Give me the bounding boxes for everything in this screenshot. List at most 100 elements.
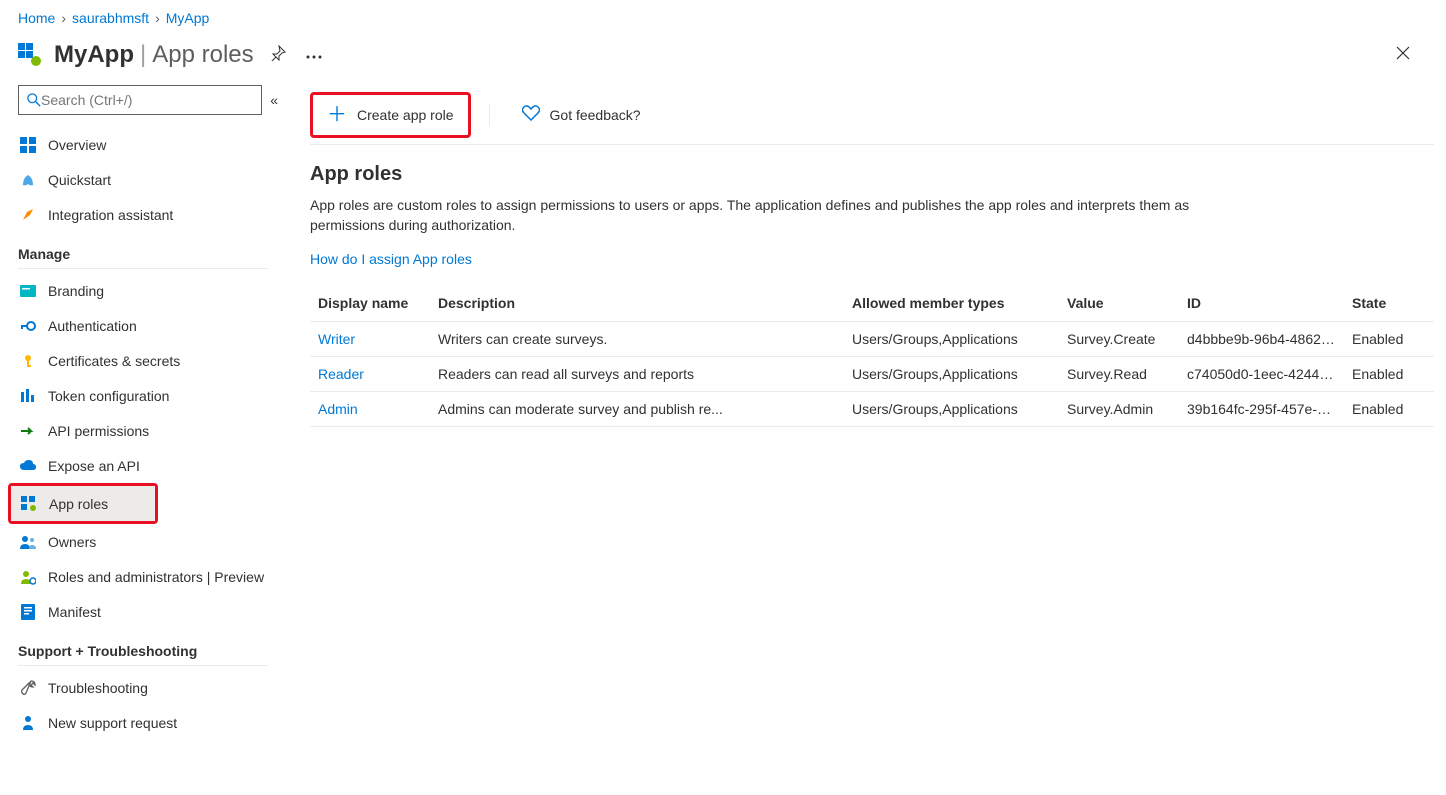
sidebar-item-label: New support request (48, 715, 177, 731)
sidebar-item-label: Quickstart (48, 172, 111, 188)
sidebar: « Overview Quickstart Integration assist… (0, 85, 288, 760)
role-types: Users/Groups,Applications (844, 392, 1059, 427)
close-icon (1396, 46, 1410, 60)
sidebar-item-quickstart[interactable]: Quickstart (18, 162, 288, 197)
col-member-types[interactable]: Allowed member types (844, 285, 1059, 322)
app-icon (18, 43, 42, 67)
role-name-link[interactable]: Reader (318, 366, 364, 382)
authentication-icon (20, 318, 36, 334)
pin-button[interactable] (266, 41, 290, 68)
breadcrumb-home[interactable]: Home (18, 10, 55, 26)
role-types: Users/Groups,Applications (844, 357, 1059, 392)
app-roles-icon (21, 496, 37, 512)
title-divider: | (134, 41, 152, 69)
role-types: Users/Groups,Applications (844, 322, 1059, 357)
chevron-double-left-icon: « (270, 92, 278, 108)
main-content: ＋ Create app role Got feedback? App role… (288, 85, 1446, 760)
ellipsis-icon (306, 55, 322, 59)
role-value: Survey.Admin (1059, 392, 1179, 427)
table-row[interactable]: Writer Writers can create surveys. Users… (310, 322, 1434, 357)
highlight-app-roles: App roles (8, 483, 158, 524)
sidebar-item-label: API permissions (48, 423, 149, 439)
branding-icon (20, 283, 36, 299)
toolbar-separator (489, 104, 490, 126)
role-state: Enabled (1344, 357, 1434, 392)
breadcrumb-sep-icon: › (155, 10, 160, 26)
feedback-label: Got feedback? (550, 107, 641, 123)
sidebar-item-roles-admin[interactable]: Roles and administrators | Preview (18, 559, 288, 594)
breadcrumb-tenant[interactable]: saurabhmsft (72, 10, 149, 26)
feedback-button[interactable]: Got feedback? (508, 95, 655, 135)
role-value: Survey.Read (1059, 357, 1179, 392)
sidebar-item-overview[interactable]: Overview (18, 127, 288, 162)
sidebar-item-label: Owners (48, 534, 96, 550)
cloud-icon (20, 458, 36, 474)
manifest-icon (20, 604, 36, 620)
sidebar-item-token[interactable]: Token configuration (18, 378, 288, 413)
sidebar-item-support-request[interactable]: New support request (18, 705, 288, 740)
sidebar-item-label: Authentication (48, 318, 137, 334)
breadcrumb: Home › saurabhmsft › MyApp (0, 0, 1446, 34)
role-desc: Admins can moderate survey and publish r… (430, 392, 844, 427)
sidebar-item-label: Overview (48, 137, 106, 153)
role-id: 39b164fc-295f-457e-8... (1179, 392, 1344, 427)
collapse-sidebar-button[interactable]: « (270, 92, 278, 108)
sidebar-item-label: Integration assistant (48, 207, 173, 223)
breadcrumb-sep-icon: › (61, 10, 66, 26)
sidebar-item-authentication[interactable]: Authentication (18, 308, 288, 343)
role-value: Survey.Create (1059, 322, 1179, 357)
sidebar-item-owners[interactable]: Owners (18, 524, 288, 559)
plus-icon: ＋ (327, 105, 347, 125)
col-display-name[interactable]: Display name (310, 285, 430, 322)
more-button[interactable] (302, 43, 326, 66)
role-name-link[interactable]: Admin (318, 401, 358, 417)
close-button[interactable] (1378, 36, 1428, 73)
sidebar-item-label: Branding (48, 283, 104, 299)
table-row[interactable]: Admin Admins can moderate survey and pub… (310, 392, 1434, 427)
sidebar-item-manifest[interactable]: Manifest (18, 594, 288, 629)
sidebar-item-label: Roles and administrators | Preview (48, 569, 264, 585)
quickstart-icon (20, 172, 36, 188)
overview-icon (20, 137, 36, 153)
sidebar-item-label: Troubleshooting (48, 680, 148, 696)
page-title-app: MyApp (54, 41, 134, 69)
create-app-role-button[interactable]: ＋ Create app role (313, 95, 468, 135)
sidebar-item-troubleshooting[interactable]: Troubleshooting (18, 670, 288, 705)
search-icon (27, 93, 41, 107)
wrench-icon (20, 680, 36, 696)
col-value[interactable]: Value (1059, 285, 1179, 322)
help-link[interactable]: How do I assign App roles (310, 251, 472, 267)
role-name-link[interactable]: Writer (318, 331, 355, 347)
sidebar-item-integration[interactable]: Integration assistant (18, 197, 288, 232)
sidebar-group-support: Support + Troubleshooting (18, 629, 268, 666)
toolbar: ＋ Create app role Got feedback? (310, 85, 1434, 145)
support-icon (20, 715, 36, 731)
roles-table: Display name Description Allowed member … (310, 285, 1434, 427)
sidebar-item-label: App roles (49, 496, 108, 512)
search-box[interactable] (18, 85, 262, 115)
table-row[interactable]: Reader Readers can read all surveys and … (310, 357, 1434, 392)
heart-icon (522, 105, 540, 124)
col-description[interactable]: Description (430, 285, 844, 322)
owners-icon (20, 534, 36, 550)
col-id[interactable]: ID (1179, 285, 1344, 322)
page-title-section: App roles (152, 41, 253, 69)
sidebar-item-label: Manifest (48, 604, 101, 620)
sidebar-item-expose-api[interactable]: Expose an API (18, 448, 288, 483)
admin-icon (20, 569, 36, 585)
pin-icon (270, 45, 286, 61)
sidebar-item-api-permissions[interactable]: API permissions (18, 413, 288, 448)
role-id: d4bbbe9b-96b4-4862-... (1179, 322, 1344, 357)
table-header-row: Display name Description Allowed member … (310, 285, 1434, 322)
col-state[interactable]: State (1344, 285, 1434, 322)
breadcrumb-app[interactable]: MyApp (166, 10, 210, 26)
sidebar-item-branding[interactable]: Branding (18, 273, 288, 308)
sidebar-item-certificates[interactable]: Certificates & secrets (18, 343, 288, 378)
section-heading: App roles (310, 163, 1434, 186)
role-desc: Writers can create surveys. (430, 322, 844, 357)
role-id: c74050d0-1eec-4244-a... (1179, 357, 1344, 392)
search-input[interactable] (41, 92, 253, 108)
token-icon (20, 388, 36, 404)
sidebar-item-app-roles[interactable]: App roles (11, 486, 155, 521)
key-icon (20, 353, 36, 369)
